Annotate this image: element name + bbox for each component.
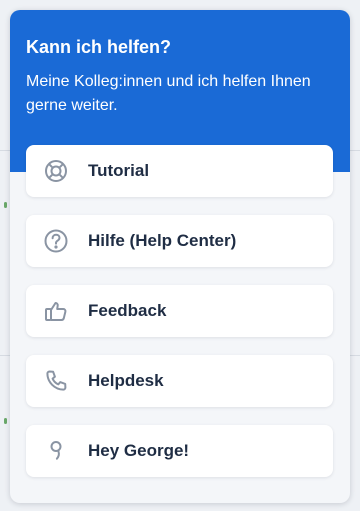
help-popup: Kann ich helfen? Meine Kolleg:innen und … [10, 10, 350, 503]
popup-subtitle: Meine Kolleg:innen und ich helfen Ihnen … [26, 73, 311, 114]
george-icon [42, 437, 70, 465]
question-circle-icon [42, 227, 70, 255]
menu-item-help-center[interactable]: Hilfe (Help Center) [26, 215, 333, 267]
background-marker [4, 418, 7, 424]
menu-item-hey-george[interactable]: Hey George! [26, 425, 333, 477]
menu-item-label: Hilfe (Help Center) [88, 231, 237, 250]
popup-title: Kann ich helfen? [26, 37, 172, 57]
phone-icon [42, 367, 70, 395]
menu-item-label: Feedback [88, 301, 167, 320]
menu-item-helpdesk[interactable]: Helpdesk [26, 355, 333, 407]
help-menu: Tutorial Hilfe (Help Center) Feedback He… [26, 145, 333, 495]
menu-item-label: Helpdesk [88, 371, 164, 390]
menu-item-feedback[interactable]: Feedback [26, 285, 333, 337]
background-marker [4, 202, 7, 208]
thumbs-up-icon [42, 297, 70, 325]
menu-item-label: Tutorial [88, 161, 150, 180]
menu-item-label: Hey George! [88, 441, 190, 460]
menu-item-tutorial[interactable]: Tutorial [26, 145, 333, 197]
lifebuoy-icon [42, 157, 70, 185]
